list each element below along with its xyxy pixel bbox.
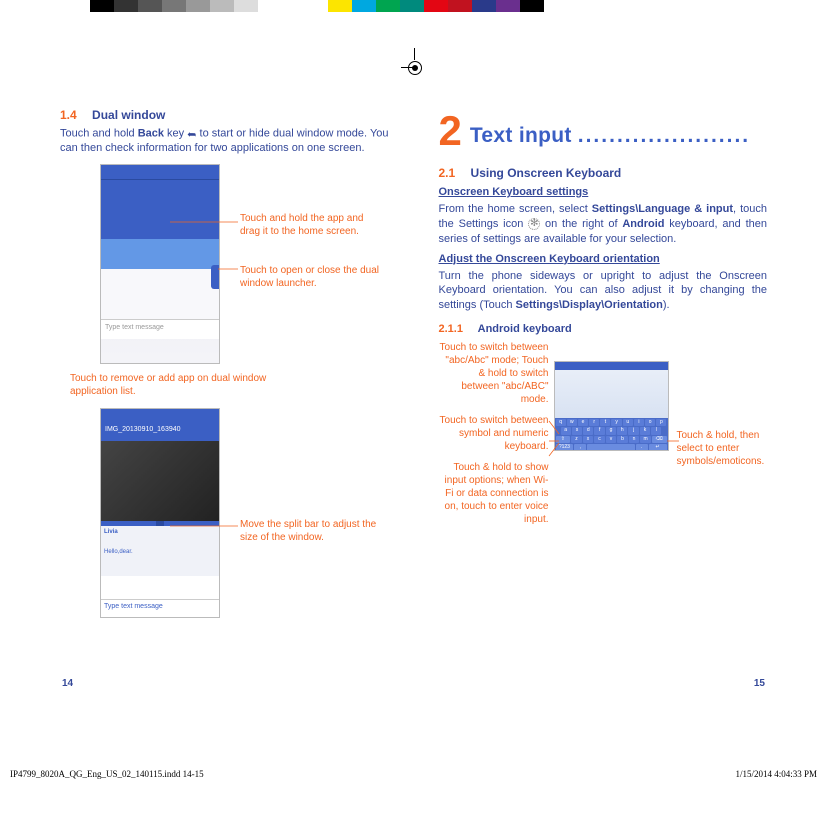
print-footer: IP4799_8020A_QG_Eng_US_02_140115.indd 14… [0, 769, 827, 779]
chapter-title: Text input [470, 124, 572, 147]
figure-android-keyboard: Touch to switch between "abc/Abc" mode; … [439, 341, 768, 501]
footer-datetime: 1/15/2014 4:04:33 PM [735, 769, 817, 779]
screenshot-split-bar: IMG_20130910_163940 Livia Hello,dear. Ty… [100, 408, 220, 618]
page-number-left: 14 [62, 678, 73, 689]
callout-abc-mode: Touch to switch between "abc/Abc" mode; … [439, 341, 549, 406]
section-number: 1.4 [60, 108, 77, 122]
orientation-para: Turn the phone sideways or upright to ad… [439, 269, 768, 314]
message-input: Type text message [101, 319, 219, 339]
section-title: Android keyboard [478, 323, 572, 335]
callout-open-launcher: Touch to open or close the dual window l… [240, 264, 380, 290]
callout-symbols-emoticons: Touch & hold, then select to enter symbo… [677, 429, 787, 468]
subhead-onscreen-settings: Onscreen Keyboard settings [439, 186, 768, 198]
page-number-right: 15 [754, 678, 765, 689]
chapter-2-heading: 2 Text input ...................... [439, 108, 768, 148]
figure-dual-window-1: Type text message Touch and hold the app… [100, 164, 389, 364]
section-number: 2.1.1 [439, 323, 463, 335]
section-title: Dual window [92, 108, 165, 122]
callout-drag-app: Touch and hold the app and drag it to th… [240, 212, 380, 238]
dual-window-intro: Touch and hold Back key ➥ to start or hi… [60, 126, 389, 156]
chapter-number: 2 [439, 114, 462, 148]
message-input-2: Type text message [101, 599, 219, 617]
section-2-1-heading: 2.1 Using Onscreen Keyboard [439, 166, 768, 180]
color-swatches [328, 0, 544, 12]
grayscale-swatches [90, 0, 258, 12]
registration-color-bar [0, 0, 827, 20]
section-number: 2.1 [439, 166, 456, 180]
figure-dual-window-2: IMG_20130910_163940 Livia Hello,dear. Ty… [100, 408, 389, 618]
page-14: 1.4 Dual window Touch and hold Back key … [60, 108, 389, 626]
back-key-icon: ➥ [187, 126, 196, 141]
section-2-1-1-heading: 2.1.1 Android keyboard [439, 323, 768, 335]
gear-icon [528, 218, 540, 230]
callout-remove-add-app: Touch to remove or add app on dual windo… [70, 372, 270, 398]
screenshot-keyboard: qwertyuiop asdfghjkl ⇧zxcvbnm⌫ ?123,.↵ [554, 361, 669, 451]
split-bar-icon [101, 521, 219, 526]
android-keyboard-keys: qwertyuiop asdfghjkl ⇧zxcvbnm⌫ ?123,.↵ [555, 418, 668, 451]
section-1-4-heading: 1.4 Dual window [60, 108, 389, 122]
footer-filename: IP4799_8020A_QG_Eng_US_02_140115.indd 14… [10, 769, 204, 779]
page-spread: 1.4 Dual window Touch and hold Back key … [0, 0, 827, 656]
screenshot-dual-window: Type text message [100, 164, 220, 364]
dual-window-launcher-icon [211, 265, 220, 289]
callout-split-bar: Move the split bar to adjust the size of… [240, 518, 390, 544]
section-title: Using Onscreen Keyboard [471, 166, 622, 180]
subhead-adjust-orientation: Adjust the Onscreen Keyboard orientation [439, 253, 768, 265]
onscreen-settings-para: From the home screen, select Settings\La… [439, 202, 768, 247]
callout-symbol-numeric: Touch to switch between symbol and numer… [439, 414, 549, 453]
callout-voice-input: Touch & hold to show input options; when… [439, 461, 549, 526]
page-15: 2 Text input ...................... 2.1 … [439, 108, 768, 626]
